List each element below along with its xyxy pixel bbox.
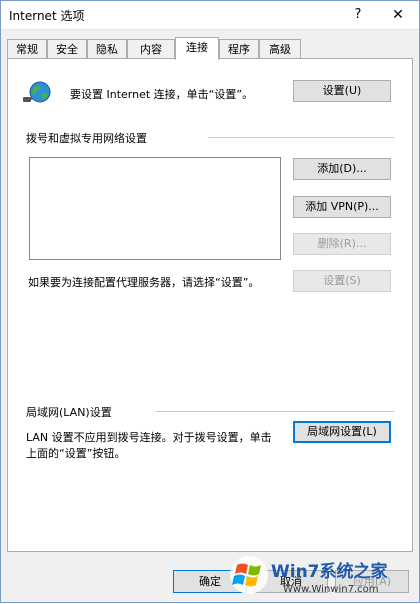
title-bar: Internet 选项 ? ✕: [1, 1, 419, 30]
dialup-section-title: 拨号和虚拟专用网络设置: [26, 132, 147, 145]
watermark: Win7系统之家 Www.Winwin7.com: [225, 549, 420, 604]
help-button[interactable]: ?: [347, 4, 369, 26]
tab-content[interactable]: 内容: [127, 39, 175, 59]
lan-description-line2: 上面的“设置”按钮。: [26, 447, 126, 460]
lan-description-line1: LAN 设置不应用到拨号连接。对于拨号设置，单击: [26, 431, 272, 444]
watermark-brand: Win7系统之家: [271, 562, 388, 582]
add-button[interactable]: 添加(D)...: [293, 158, 391, 180]
internet-options-window: Internet 选项 ? ✕ 常规 安全 隐私 内容 连接 程序 高级 要设置…: [0, 0, 420, 603]
connections-list[interactable]: [29, 157, 281, 260]
setup-button[interactable]: 设置(U): [293, 80, 391, 102]
watermark-url: Www.Winwin7.com: [283, 584, 379, 595]
globe-network-icon: [23, 81, 51, 103]
tab-programs[interactable]: 程序: [219, 39, 259, 59]
add-vpn-button[interactable]: 添加 VPN(P)...: [293, 196, 391, 218]
close-button[interactable]: ✕: [387, 4, 409, 26]
lan-divider: [156, 411, 394, 412]
dialup-divider: [208, 137, 394, 138]
tab-connections[interactable]: 连接: [175, 37, 219, 60]
tab-privacy[interactable]: 隐私: [87, 39, 127, 59]
tab-security[interactable]: 安全: [47, 39, 87, 59]
tab-advanced[interactable]: 高级: [259, 39, 301, 59]
lan-settings-button[interactable]: 局域网设置(L): [293, 421, 391, 443]
setup-description: 要设置 Internet 连接，单击“设置”。: [70, 88, 254, 101]
windows-logo-icon: [230, 556, 268, 594]
window-title: Internet 选项: [9, 9, 85, 23]
connection-settings-button[interactable]: 设置(S): [293, 270, 391, 292]
connections-panel: 要设置 Internet 连接，单击“设置”。 设置(U) 拨号和虚拟专用网络设…: [7, 58, 413, 552]
tab-general[interactable]: 常规: [7, 39, 47, 59]
delete-button[interactable]: 删除(R)...: [293, 233, 391, 255]
lan-section-title: 局域网(LAN)设置: [26, 406, 112, 419]
proxy-hint: 如果要为连接配置代理服务器，请选择“设置”。: [28, 276, 260, 289]
